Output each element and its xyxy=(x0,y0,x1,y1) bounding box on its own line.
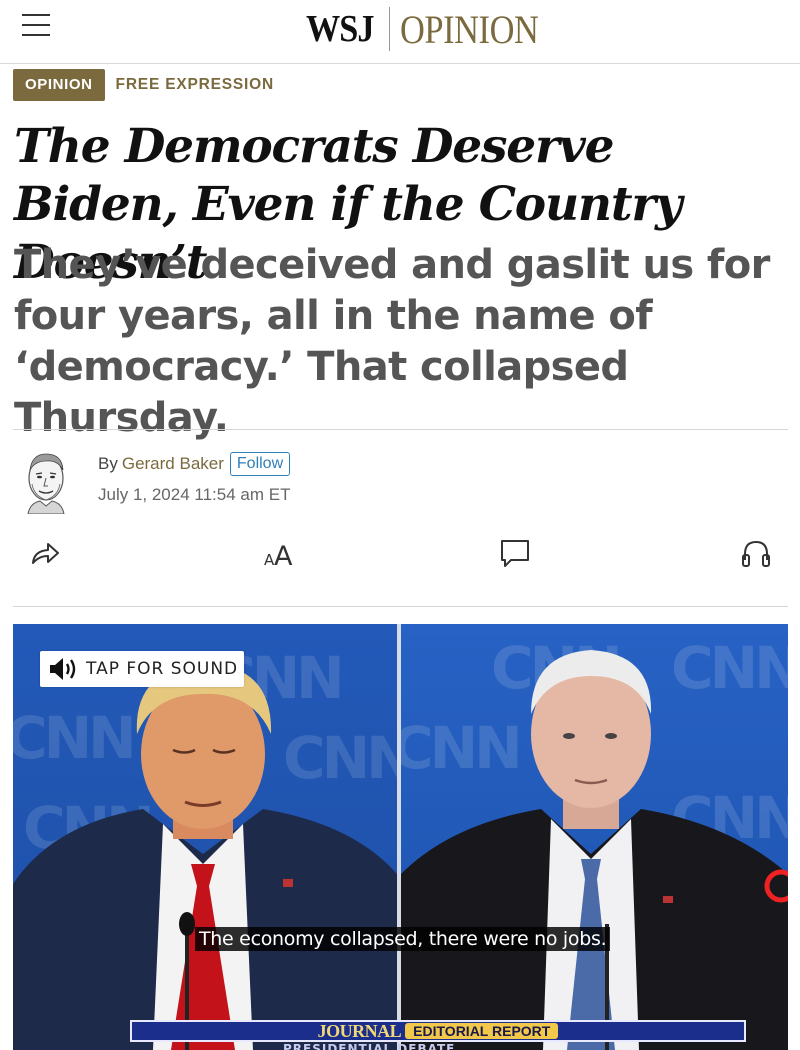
speaker-icon xyxy=(50,658,76,680)
video-right-pane: CNN CNN CNN CNN xyxy=(401,624,788,1050)
follow-button[interactable]: Follow xyxy=(229,452,291,476)
share-arrow-icon[interactable] xyxy=(28,536,62,570)
video-player[interactable]: CNN CNN CNN CNN CNN CNN CNN xyxy=(13,624,788,1050)
font-size-icon[interactable]: A A xyxy=(262,536,296,570)
site-logo[interactable]: WSJ OPINION xyxy=(306,6,561,52)
byline: By Gerard Baker Follow xyxy=(98,452,291,476)
tap-for-sound-label: TAP FOR SOUND xyxy=(86,659,239,679)
video-caption: The economy collapsed, there were no job… xyxy=(195,927,611,951)
divider xyxy=(13,606,788,607)
byline-prefix: By xyxy=(98,454,118,473)
menu-icon[interactable] xyxy=(22,14,50,36)
author-name[interactable]: Gerard Baker xyxy=(122,454,224,474)
top-bar: WSJ OPINION xyxy=(0,0,800,64)
debate-banner-text: PRESIDENTIAL DEBATE xyxy=(283,1042,456,1050)
opinion-tag[interactable]: OPINION xyxy=(13,69,105,101)
lower-third-banner: JOURNAL EDITORIAL REPORT xyxy=(130,1020,746,1042)
section-tags: OPINION FREE EXPRESSION xyxy=(13,69,274,101)
logo-divider xyxy=(389,7,391,51)
free-expression-tag[interactable]: FREE EXPRESSION xyxy=(116,76,274,94)
publish-date: July 1, 2024 11:54 am ET xyxy=(98,485,291,504)
author-avatar[interactable] xyxy=(22,448,70,514)
opinion-logo-text: OPINION xyxy=(400,6,539,52)
headphones-icon[interactable] xyxy=(739,536,773,570)
subheadline: They’ve deceived and gaslit us for four … xyxy=(14,242,770,441)
comment-bubble-icon[interactable] xyxy=(498,536,532,570)
video-left-pane: CNN CNN CNN CNN xyxy=(13,624,397,1050)
svg-text:A: A xyxy=(274,541,293,570)
tap-for-sound-button[interactable]: TAP FOR SOUND xyxy=(40,651,244,687)
speaker-left-figure xyxy=(13,664,397,1050)
journal-logo-text: JOURNAL xyxy=(317,1020,402,1041)
editorial-report-label: EDITORIAL REPORT xyxy=(405,1023,559,1039)
wsj-logo-text: WSJ xyxy=(306,8,375,50)
speaker-right-figure xyxy=(401,650,788,1050)
divider xyxy=(13,429,788,430)
